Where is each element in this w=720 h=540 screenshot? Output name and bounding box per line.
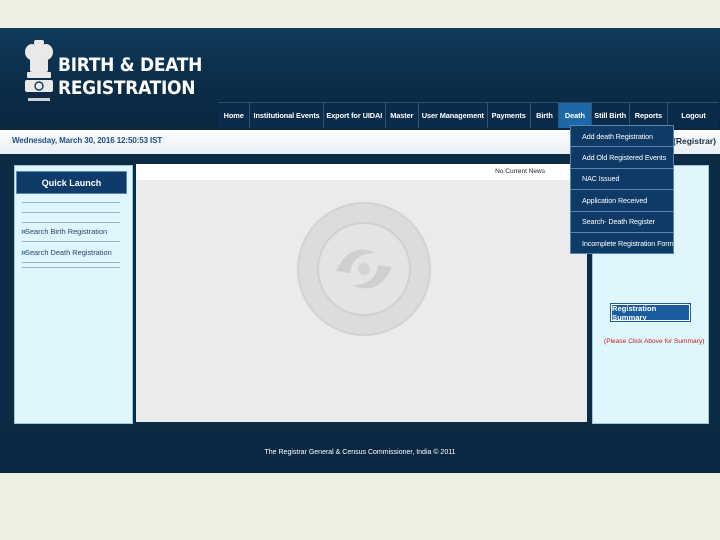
quick-link-label: Search Death Registration <box>25 247 112 257</box>
divider <box>22 262 120 263</box>
site-footer: The Registrar General & Census Commissio… <box>0 432 720 473</box>
nav-institutional-events[interactable]: Institutional Events <box>250 103 324 128</box>
brand-line-1: BIRTH & DEATH <box>58 55 203 76</box>
nav-logout[interactable]: Logout <box>668 103 719 128</box>
registration-summary-button[interactable]: Registration Summary <box>610 303 691 322</box>
news-text: No Current News <box>495 168 545 175</box>
menu-incomplete-registration-form[interactable]: Incomplete Registration Form <box>571 233 674 253</box>
double-chevron-right-icon: » <box>21 226 26 236</box>
registrar-general-logo-watermark-icon <box>297 202 431 336</box>
quick-link-label: Search Birth Registration <box>25 226 108 236</box>
site-header: BIRTH & DEATH REGISTRATION Home Institut… <box>0 28 720 130</box>
divider <box>22 222 120 223</box>
divider <box>22 202 120 203</box>
current-datetime: Wednesday, March 30, 2016 12:50:53 IST <box>12 136 163 145</box>
registration-summary-note: (Please Click Above for Summary) <box>604 338 705 345</box>
quick-launch-title: Quick Launch <box>16 171 127 194</box>
news-ticker: No Current News <box>136 164 587 180</box>
brand-line-2: REGISTRATION <box>58 78 196 99</box>
menu-add-old-registered-events[interactable]: Add Old Registered Events <box>571 147 673 169</box>
menu-nac-issued[interactable]: NAC Issued <box>571 169 673 191</box>
main-content: No Current News <box>136 164 587 422</box>
double-chevron-right-icon: » <box>21 247 26 257</box>
quick-launch-panel <box>14 165 133 424</box>
footer-copyright: The Registrar General & Census Commissio… <box>264 449 456 456</box>
menu-add-death-registration[interactable]: Add death Registration <box>571 126 673 148</box>
user-role: (Registrar) <box>673 136 716 146</box>
quick-link-search-death[interactable]: » Search Death Registration <box>21 247 112 257</box>
menu-search-death-register[interactable]: Search- Death Register <box>571 212 673 233</box>
site-brand: BIRTH & DEATH REGISTRATION <box>58 54 215 100</box>
nav-payments[interactable]: Payments <box>488 103 531 128</box>
nav-master[interactable]: Master <box>386 103 419 128</box>
nav-birth[interactable]: Birth <box>531 103 560 128</box>
divider <box>22 212 120 213</box>
death-dropdown-menu: Add death Registration Add Old Registere… <box>570 125 674 255</box>
nav-home[interactable]: Home <box>218 103 251 128</box>
divider <box>22 241 120 242</box>
nav-user-management[interactable]: User Management <box>419 103 488 128</box>
national-emblem-icon <box>25 40 53 101</box>
menu-application-received[interactable]: Application Received <box>571 190 673 212</box>
app-window: BIRTH & DEATH REGISTRATION Home Institut… <box>0 28 720 473</box>
divider <box>22 267 120 268</box>
quick-link-search-birth[interactable]: » Search Birth Registration <box>21 226 107 236</box>
nav-export-uidai[interactable]: Export for UIDAI <box>324 103 386 128</box>
